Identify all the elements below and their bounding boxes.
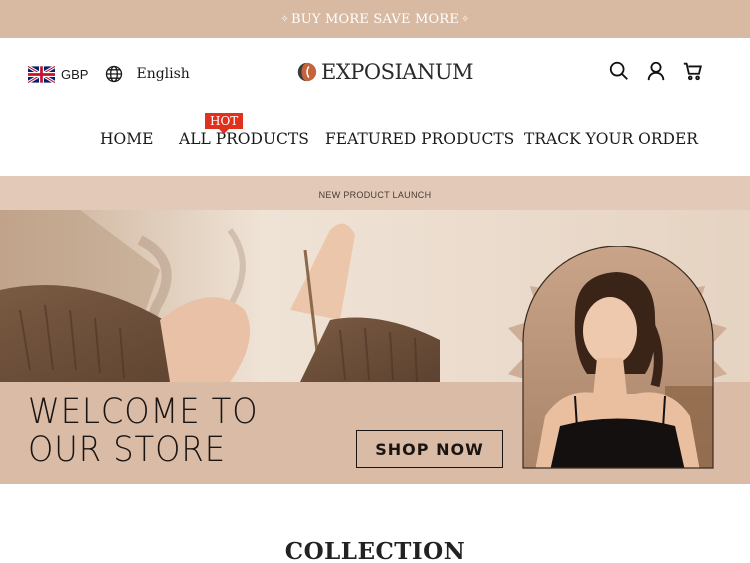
uk-flag-icon[interactable] — [28, 65, 55, 83]
hero-tag: NEW PRODUCT LAUNCH — [318, 190, 432, 200]
logo-text: EXPOSIANUM — [321, 60, 474, 84]
nav-item-all-products[interactable]: ALL PRODUCTS — [179, 130, 309, 148]
currency-selector[interactable]: GBP — [61, 67, 88, 82]
hot-badge: HOT — [205, 113, 244, 134]
language-selector[interactable]: English — [136, 66, 189, 82]
account-icon[interactable] — [645, 60, 667, 82]
header-actions — [608, 60, 719, 82]
globe-icon[interactable] — [104, 64, 124, 84]
sparkle-icon: ✧ — [280, 13, 289, 25]
logo-mark-icon — [297, 62, 317, 82]
announcement-text: BUY MORE SAVE MORE — [290, 11, 460, 27]
site-logo[interactable]: EXPOSIANUM — [296, 60, 474, 84]
cart-icon[interactable] — [682, 60, 704, 82]
nav-item-track-order[interactable]: TRACK YOUR ORDER — [524, 130, 698, 148]
sparkle-icon: ✧ — [461, 13, 470, 25]
search-icon[interactable] — [608, 60, 630, 82]
hero-banner: NEW PRODUCT LAUNCH WELCOME TO OUR STORE — [0, 176, 750, 484]
site-header: GBP English EXPOSIANUM HOME ALL PRODUCTS… — [0, 38, 750, 176]
locale-selector: GBP English — [28, 64, 190, 84]
nav-item-home[interactable]: HOME — [100, 130, 153, 148]
hero-title: WELCOME TO OUR STORE — [28, 393, 259, 469]
hero-title-line2: OUR STORE — [28, 430, 226, 470]
announcement-bar: ✧ BUY MORE SAVE MORE ✧ — [0, 0, 750, 38]
shop-now-button[interactable]: SHOP NOW — [356, 430, 503, 468]
hero-title-line1: WELCOME TO — [28, 392, 259, 432]
section-title: COLLECTION — [284, 538, 466, 563]
model-portrait — [508, 246, 727, 469]
nav-item-featured-products[interactable]: FEATURED PRODUCTS — [325, 130, 514, 148]
main-nav: HOME ALL PRODUCTS HOT FEATURED PRODUCTS … — [0, 113, 750, 156]
